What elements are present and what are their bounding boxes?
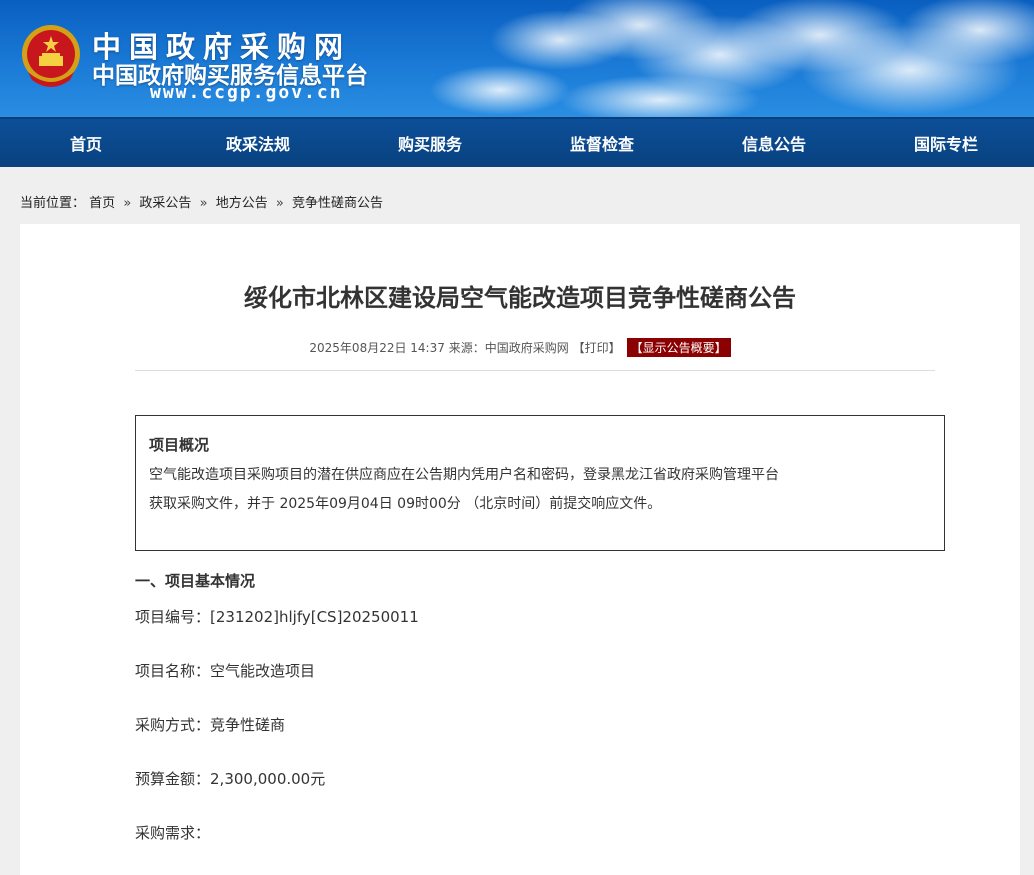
overview-heading: 项目概况: [149, 436, 210, 454]
project-overview-box: 项目概况 空气能改造项目采购项目的潜在供应商应在公告期内凭用户名和密码，登录黑龙…: [135, 415, 945, 551]
breadcrumb-separator: »: [199, 196, 208, 211]
field-budget: 预算金额：2,300,000.00元: [135, 768, 325, 789]
breadcrumb-prefix: 当前位置：: [20, 196, 86, 211]
nav-item-supervision[interactable]: 监督检查: [516, 131, 688, 155]
national-emblem-icon: [22, 25, 80, 87]
site-banner: 中国政府采购网 中国政府购买服务信息平台 www.ccgp.gov.cn: [0, 0, 1034, 117]
breadcrumb-separator: »: [275, 196, 284, 211]
nav-item-regulations[interactable]: 政采法规: [172, 131, 344, 155]
site-url[interactable]: www.ccgp.gov.cn: [150, 82, 343, 103]
breadcrumb-home[interactable]: 首页: [89, 196, 115, 211]
field-project-number: 项目编号：[231202]hljfy[CS]20250011: [135, 606, 419, 627]
nav-item-purchase-services[interactable]: 购买服务: [344, 131, 516, 155]
article-card: 绥化市北林区建设局空气能改造项目竞争性磋商公告 2025年08月22日 14:3…: [20, 224, 1020, 875]
field-value: 2,300,000.00元: [210, 770, 326, 788]
breadcrumb-gov-procurement[interactable]: 政采公告: [139, 196, 191, 211]
field-label: 预算金额：: [135, 770, 211, 788]
breadcrumb-local[interactable]: 地方公告: [216, 196, 268, 211]
field-label: 项目编号：: [135, 608, 211, 626]
source-name: 中国政府采购网: [484, 341, 569, 355]
main-nav: 首页 政采法规 购买服务 监督检查 信息公告 国际专栏: [0, 117, 1034, 167]
nav-item-announcements[interactable]: 信息公告: [688, 131, 860, 155]
field-label: 采购需求：: [135, 824, 211, 842]
field-value: 竞争性磋商: [210, 716, 286, 734]
print-button[interactable]: 【打印】: [573, 341, 621, 355]
nav-item-international[interactable]: 国际专栏: [860, 131, 1032, 155]
breadcrumb-consultation[interactable]: 竞争性磋商公告: [292, 196, 383, 211]
field-value: [231202]hljfy[CS]20250011: [210, 608, 419, 626]
field-value: 空气能改造项目: [210, 662, 316, 680]
title-divider: [135, 370, 935, 371]
nav-item-home[interactable]: 首页: [0, 131, 172, 155]
source-label: 来源：: [448, 341, 485, 355]
field-procurement-method: 采购方式：竞争性磋商: [135, 714, 285, 735]
field-requirements: 采购需求：: [135, 822, 210, 843]
section-heading: 一、项目基本情况: [135, 572, 256, 590]
field-label: 项目名称：: [135, 662, 211, 680]
page-title: 绥化市北林区建设局空气能改造项目竞争性磋商公告: [244, 284, 796, 312]
publish-datetime: 2025年08月22日 14:37: [309, 341, 445, 355]
overview-line: 空气能改造项目采购项目的潜在供应商应在公告期内凭用户名和密码，登录黑龙江省政府采…: [149, 467, 779, 483]
field-label: 采购方式：: [135, 716, 211, 734]
article-meta: 2025年08月22日 14:37 来源：中国政府采购网 【打印】 【显示公告概要…: [20, 338, 1020, 357]
breadcrumb-separator: »: [123, 196, 132, 211]
show-summary-button[interactable]: 【显示公告概要】: [626, 338, 731, 357]
overview-line: 获取采购文件，并于 2025年09月04日 09时00分 （北京时间）前提交响应…: [149, 496, 662, 512]
field-project-name: 项目名称：空气能改造项目: [135, 660, 315, 681]
breadcrumb: 当前位置： 首页 » 政采公告 » 地方公告 » 竞争性磋商公告: [0, 167, 1034, 225]
